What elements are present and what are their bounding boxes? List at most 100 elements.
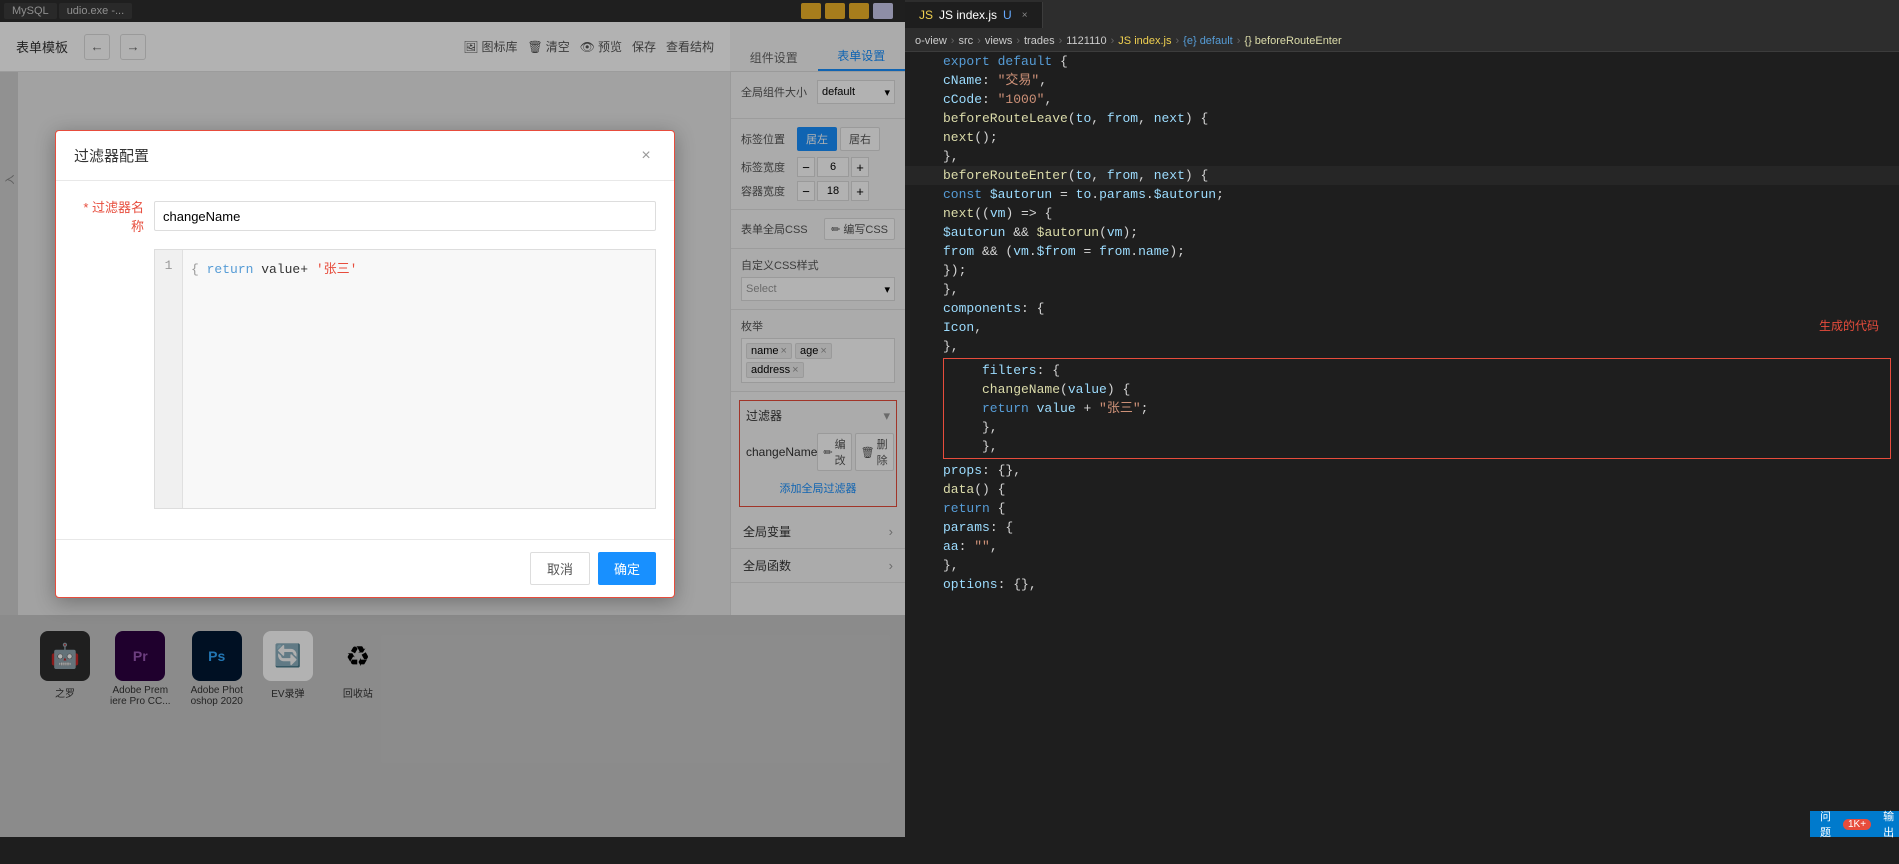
line-num-16 <box>905 337 943 356</box>
code-line-13: }, <box>905 280 1899 299</box>
filter-config-modal: 过滤器配置 × * 过滤器名称 1 { return value+ '张三' 取… <box>55 130 675 598</box>
line-content-7: beforeRouteEnter(to, from, next) { <box>943 166 1208 185</box>
confirm-button[interactable]: 确定 <box>598 552 656 585</box>
line-num-23 <box>905 480 943 499</box>
code-line-11: from && (vm.$from = from.name); <box>905 242 1899 261</box>
line-content-5: next(); <box>943 128 998 147</box>
modal-close-button[interactable]: × <box>636 146 656 166</box>
line-num-14 <box>905 299 943 318</box>
line-content-14: components: { <box>943 299 1044 318</box>
line-num-21 <box>944 437 982 456</box>
vscode-tab-icon: JS <box>919 8 933 22</box>
line-content-10: $autorun && $autorun(vm); <box>943 223 1138 242</box>
breadcrumb-default: {e} default <box>1183 35 1233 47</box>
line-num-25 <box>905 518 943 537</box>
breadcrumb-trades: trades <box>1024 35 1055 47</box>
line-content-9: next((vm) => { <box>943 204 1052 223</box>
breadcrumb-sep-1: › <box>951 35 955 47</box>
code-line-10: $autorun && $autorun(vm); <box>905 223 1899 242</box>
code-content-area[interactable]: { return value+ '张三' <box>183 250 655 508</box>
line-num-8 <box>905 185 943 204</box>
code-line-2: cName: "交易", <box>905 71 1899 90</box>
line-content-18: changeName(value) { <box>982 380 1130 399</box>
line-content-23: data() { <box>943 480 1005 499</box>
kw-string: '张三' <box>316 262 358 277</box>
vscode-status-bar: 问题 1K+ 输出 GITLENS 注释 终端 调试控制台 GITLENS 11… <box>1810 811 1899 837</box>
line-content-13: }, <box>943 280 959 299</box>
line-num-24 <box>905 499 943 518</box>
kw-plus: + <box>300 262 316 277</box>
line-content-17: filters: { <box>982 361 1060 380</box>
line-num-9 <box>905 204 943 223</box>
breadcrumb-sep-6: › <box>1176 35 1180 47</box>
vscode-tabs: JS JS index.js U × <box>905 0 1899 30</box>
code-open-brace: { <box>191 262 207 277</box>
breadcrumb-src: src <box>958 35 973 47</box>
code-line-17: filters: { <box>944 361 1890 380</box>
code-line-23: data() { <box>905 480 1899 499</box>
filter-name-row: * 过滤器名称 <box>74 197 656 235</box>
cancel-button[interactable]: 取消 <box>530 552 590 585</box>
breadcrumb-sep-3: › <box>1016 35 1020 47</box>
code-line-3: cCode: "1000", <box>905 90 1899 109</box>
line-content-27: }, <box>943 556 959 575</box>
vscode-code-area: export default { cName: "交易", cCode: "10… <box>905 52 1899 811</box>
vscode-tab-close-icon[interactable]: × <box>1022 10 1028 21</box>
code-line-5: next(); <box>905 128 1899 147</box>
code-line-8: const $autorun = to.params.$autorun; <box>905 185 1899 204</box>
code-line-12: }); <box>905 261 1899 280</box>
line-num-13 <box>905 280 943 299</box>
status-output[interactable]: 输出 <box>1883 808 1894 840</box>
code-line-6: }, <box>905 147 1899 166</box>
modal-footer: 取消 确定 <box>56 539 674 597</box>
breadcrumb-oview: o-view <box>915 35 947 47</box>
generated-code-box: filters: { changeName(value) { return va… <box>943 358 1891 459</box>
code-line-16: }, <box>905 337 1899 356</box>
line-content-1: export default { <box>943 52 1068 71</box>
line-num-3 <box>905 90 943 109</box>
code-line-9: next((vm) => { <box>905 204 1899 223</box>
code-line-19: return value + "张三"; <box>944 399 1890 418</box>
code-line-18: changeName(value) { <box>944 380 1890 399</box>
breadcrumb-sep-7: › <box>1237 35 1241 47</box>
status-problems[interactable]: 问题 <box>1820 808 1831 840</box>
code-line-25: params: { <box>905 518 1899 537</box>
line-content-28: options: {}, <box>943 575 1037 594</box>
filter-name-input[interactable] <box>154 201 656 231</box>
line-num-26 <box>905 537 943 556</box>
line-content-16: }, <box>943 337 959 356</box>
line-content-6: }, <box>943 147 959 166</box>
code-gutter: 1 <box>155 250 183 508</box>
generated-code-label: 生成的代码 <box>1819 318 1899 337</box>
code-line-7: beforeRouteEnter(to, from, next) { <box>905 166 1899 185</box>
modal-header: 过滤器配置 × <box>56 131 674 181</box>
code-line-27: }, <box>905 556 1899 575</box>
line-content-8: const $autorun = to.params.$autorun; <box>943 185 1224 204</box>
line-content-22: props: {}, <box>943 461 1021 480</box>
code-editor[interactable]: 1 { return value+ '张三' <box>154 249 656 509</box>
breadcrumb-1121110: 1121110 <box>1066 35 1106 47</box>
code-line-4: beforeRouteLeave(to, from, next) { <box>905 109 1899 128</box>
line-num-7 <box>905 166 943 185</box>
modal-title: 过滤器配置 <box>74 145 149 166</box>
line-content-26: aa: "", <box>943 537 998 556</box>
line-num-11 <box>905 242 943 261</box>
vscode-tab-indexjs[interactable]: JS JS index.js U × <box>905 2 1043 28</box>
line-num-20 <box>944 418 982 437</box>
code-line-1: export default { <box>905 52 1899 71</box>
line-number-1: 1 <box>159 258 178 273</box>
code-line-28: options: {}, <box>905 575 1899 594</box>
line-num-2 <box>905 71 943 90</box>
breadcrumb-beforerouteenter: {} beforeRouteEnter <box>1244 35 1341 47</box>
line-num-22 <box>905 461 943 480</box>
status-problem-count: 1K+ <box>1843 819 1871 830</box>
breadcrumb-sep-2: › <box>977 35 981 47</box>
line-num-28 <box>905 575 943 594</box>
code-line-26: aa: "", <box>905 537 1899 556</box>
line-content-19: return value + "张三"; <box>982 399 1148 418</box>
line-content-2: cName: "交易", <box>943 71 1047 90</box>
line-num-18 <box>944 380 982 399</box>
code-line-22: props: {}, <box>905 461 1899 480</box>
kw-return: return <box>207 262 262 277</box>
line-num-10 <box>905 223 943 242</box>
